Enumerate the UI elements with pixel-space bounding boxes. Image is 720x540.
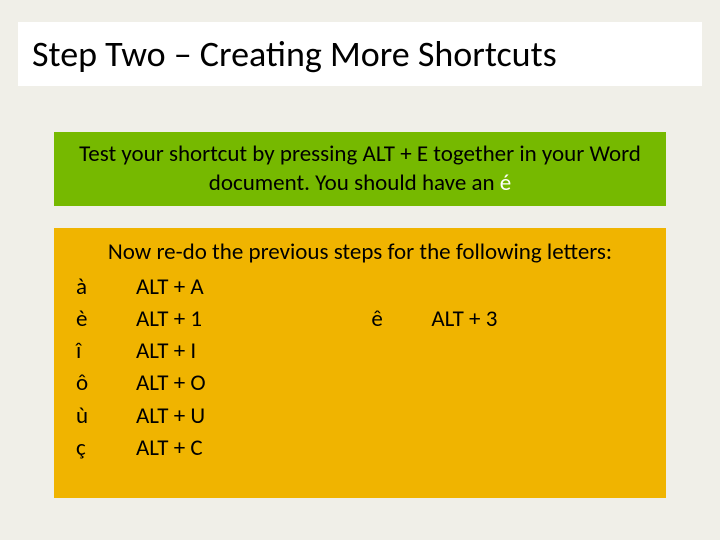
accent-char-e: é (500, 169, 511, 197)
shortcut-keys: ALT + U (136, 400, 205, 432)
shortcut-column-left: à ALT + A è ALT + 1 î ALT + I ô ALT + O … (76, 271, 371, 464)
shortcut-column-right: ê ALT + 3 (371, 271, 644, 464)
shortcut-keys: ALT + 3 (431, 303, 497, 335)
title-box: Step Two – Creating More Shortcuts (18, 22, 702, 86)
shortcut-keys: ALT + I (136, 335, 196, 367)
shortcut-row: ç ALT + C (76, 432, 371, 464)
shortcut-char: à (76, 271, 136, 303)
shortcut-char: ç (76, 432, 136, 464)
shortcut-char: ô (76, 367, 136, 399)
shortcut-keys: ALT + O (136, 367, 206, 399)
shortcut-row: ù ALT + U (76, 400, 371, 432)
redo-heading: Now re-do the previous steps for the fol… (76, 238, 644, 267)
test-text-main: Test your shortcut by pressing ALT + E t… (79, 140, 641, 197)
test-shortcut-text: Test your shortcut by pressing ALT + E t… (72, 140, 648, 198)
shortcut-row: î ALT + I (76, 335, 371, 367)
shortcut-row: à ALT + A (76, 271, 371, 303)
shortcut-keys: ALT + C (136, 432, 203, 464)
redo-steps-box: Now re-do the previous steps for the fol… (54, 228, 666, 498)
shortcut-char: ù (76, 400, 136, 432)
slide-title: Step Two – Creating More Shortcuts (32, 32, 688, 76)
shortcut-keys: ALT + 1 (136, 303, 202, 335)
shortcut-char: î (76, 335, 136, 367)
test-shortcut-box: Test your shortcut by pressing ALT + E t… (54, 132, 666, 206)
shortcut-row: ê ALT + 3 (371, 303, 644, 335)
shortcut-keys: ALT + A (136, 271, 204, 303)
shortcut-row: è ALT + 1 (76, 303, 371, 335)
shortcut-row: ô ALT + O (76, 367, 371, 399)
shortcut-columns: à ALT + A è ALT + 1 î ALT + I ô ALT + O … (76, 271, 644, 464)
shortcut-char: ê (371, 303, 431, 335)
shortcut-char: è (76, 303, 136, 335)
